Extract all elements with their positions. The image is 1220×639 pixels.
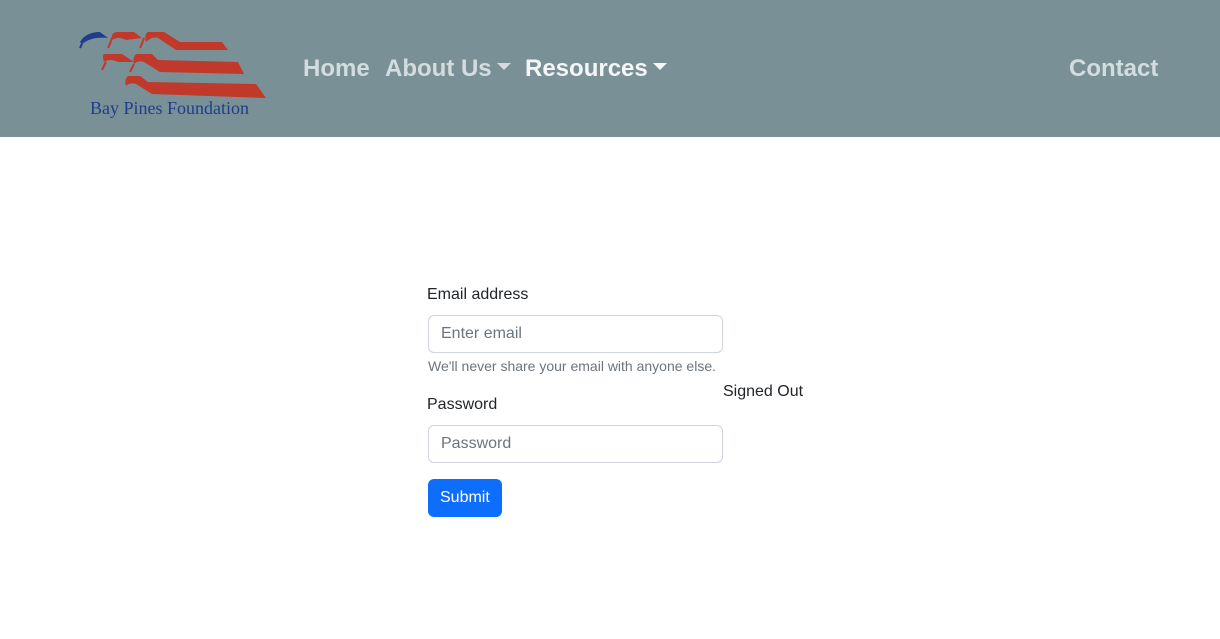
nav-about-label: About Us [385,55,492,82]
nav-resources-label: Resources [525,55,648,82]
logo[interactable]: Bay Pines Foundation [78,28,270,122]
eagle-flag-logo-icon [79,32,266,98]
nav-resources-dropdown[interactable]: Resources [525,52,667,86]
password-input[interactable] [428,425,723,463]
nav-home-link[interactable]: Home [303,52,370,86]
navbar: Bay Pines Foundation Home About Us Resou… [0,0,1220,137]
signed-status-text: Signed Out [723,383,804,400]
caret-down-icon [496,63,511,71]
logo-text: Bay Pines Foundation [90,98,250,118]
caret-down-icon [652,63,667,71]
submit-button[interactable]: Submit [428,479,502,517]
email-input[interactable] [428,315,723,353]
password-label: Password [427,396,498,413]
email-label: Email address [427,286,529,303]
email-help-text: We'll never share your email with anyone… [428,358,716,374]
nav-contact-link[interactable]: Contact [1069,52,1158,86]
nav-about-dropdown[interactable]: About Us [385,52,511,86]
